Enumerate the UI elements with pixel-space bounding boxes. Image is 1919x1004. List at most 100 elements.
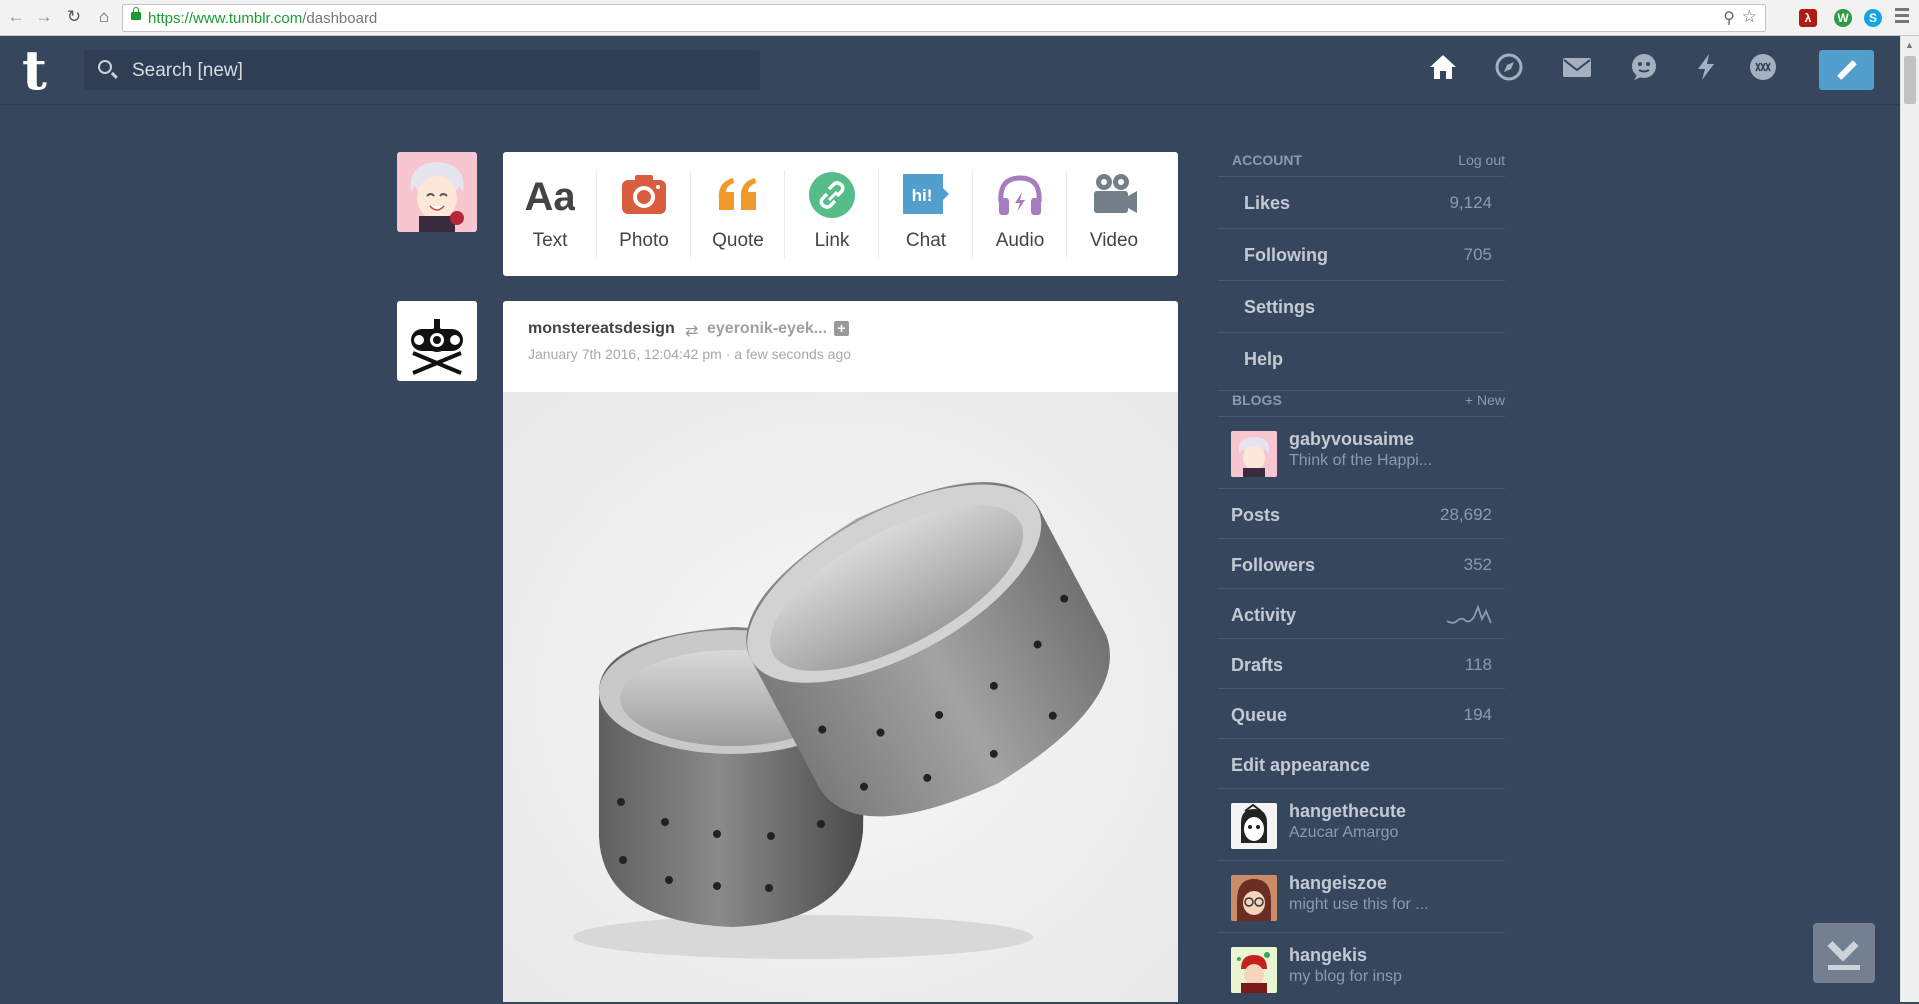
sidebar-item-count: 118 — [1464, 655, 1492, 674]
sidebar-item-followers[interactable]: Followers 352 — [1218, 538, 1505, 588]
reload-icon[interactable]: ↻ — [64, 7, 84, 27]
back-icon[interactable]: ← — [6, 7, 26, 27]
sidebar-blog-hangeiszoe[interactable]: hangeiszoe might use this for ... — [1218, 860, 1505, 932]
post-blog-avatar[interactable] — [397, 301, 477, 381]
blog-name: hangethecute — [1289, 801, 1407, 821]
link-icon — [807, 170, 857, 220]
dashboard-post: monstereatsdesign ⇄ eyeronik-eyek... + J… — [503, 301, 1178, 1002]
account-section-title: ACCOUNT — [1232, 152, 1302, 168]
post-type-chat-button[interactable]: hi! Chat — [879, 152, 973, 276]
blog-name: gabyvousaime — [1289, 429, 1415, 449]
sidebar-item-label: Help — [1244, 349, 1284, 369]
video-camera-icon — [1089, 170, 1139, 220]
sidebar-item-edit-appearance[interactable]: Edit appearance — [1218, 738, 1505, 788]
sidebar-blog-hangekis[interactable]: hangekis my blog for insp — [1218, 932, 1505, 1004]
sidebar-item-count: 28,692 — [1440, 505, 1492, 524]
sidebar-item-settings[interactable]: Settings — [1218, 280, 1505, 332]
post-timestamp: January 7th 2016, 12:04:42 pm · a few se… — [528, 346, 852, 362]
sidebar-item-label: Queue — [1231, 705, 1288, 725]
chat-icon: hi! — [901, 170, 951, 220]
account-icon[interactable] — [1746, 52, 1780, 86]
activity-sparkline-icon — [1446, 604, 1492, 624]
sidebar-item-label: Following — [1244, 245, 1328, 265]
explore-icon[interactable] — [1492, 52, 1526, 86]
home-icon[interactable] — [1426, 52, 1460, 86]
post-type-label: Audio — [995, 230, 1045, 251]
post-blog-name[interactable]: monstereatsdesign — [528, 320, 675, 338]
blog-name: hangeiszoe — [1289, 873, 1388, 893]
download-icon[interactable] — [1813, 923, 1875, 983]
camera-icon — [619, 170, 669, 220]
url-text: https://www.tumblr.com/dashboard — [148, 10, 378, 27]
skype-extension-icon[interactable]: S — [1864, 9, 1882, 27]
blog-description: might use this for ... — [1289, 896, 1429, 913]
zoom-icon[interactable]: ⚲ — [1723, 8, 1735, 28]
tumblr-logo[interactable]: t — [22, 43, 47, 97]
post-type-link-button[interactable]: Link — [785, 152, 879, 276]
post-type-label: Link — [814, 230, 850, 251]
blog-description: my blog for insp — [1289, 968, 1402, 985]
post-type-label: Quote — [712, 230, 764, 251]
scroll-up-arrow-icon[interactable]: ▲ — [1905, 40, 1914, 50]
bookmark-star-icon[interactable]: ☆ — [1742, 7, 1757, 27]
post-type-audio-button[interactable]: Audio — [973, 152, 1067, 276]
search-placeholder: Search [new] — [132, 60, 243, 81]
reblog-icon: ⇄ — [685, 323, 699, 340]
page-scrollbar[interactable]: ▲ — [1900, 36, 1919, 1002]
post-type-photo-button[interactable]: Photo — [597, 152, 691, 276]
sidebar-item-following[interactable]: Following 705 — [1218, 228, 1505, 280]
sidebar-item-help[interactable]: Help — [1218, 332, 1505, 384]
post-type-bar: Aa Text Photo Quote Link hi! Chat Audio … — [503, 152, 1178, 276]
blog-description: Azucar Amargo — [1289, 824, 1399, 841]
svg-text:hi!: hi! — [912, 186, 933, 205]
scrollbar-thumb[interactable] — [1904, 56, 1916, 104]
blog-avatar — [1231, 875, 1277, 921]
wordpress-extension-icon[interactable]: W — [1834, 9, 1852, 27]
headphones-icon — [995, 170, 1045, 220]
sidebar-item-count: 705 — [1463, 245, 1492, 264]
blog-description: Think of the Happi... — [1289, 452, 1433, 469]
user-avatar[interactable] — [397, 152, 477, 232]
sidebar-item-queue[interactable]: Queue 194 — [1218, 688, 1505, 738]
post-type-label: Text — [532, 230, 568, 251]
messaging-icon[interactable] — [1627, 52, 1661, 86]
activity-lightning-icon[interactable] — [1689, 52, 1723, 86]
blog-name: hangekis — [1289, 945, 1368, 965]
browser-toolbar: ← → ↻ ⌂ https://www.tumblr.com/dashboard… — [0, 0, 1919, 36]
sidebar-item-label: Drafts — [1231, 655, 1284, 675]
post-type-quote-button[interactable]: Quote — [691, 152, 785, 276]
sidebar-item-label: Posts — [1231, 505, 1281, 525]
logout-link[interactable]: Log out — [1458, 152, 1505, 168]
inbox-icon[interactable] — [1560, 52, 1594, 86]
post-type-text-button[interactable]: Aa Text — [503, 152, 597, 276]
search-input[interactable]: Search [new] — [84, 50, 760, 90]
post-type-label: Video — [1089, 230, 1139, 251]
address-bar[interactable]: https://www.tumblr.com/dashboard ⚲ ☆ — [122, 4, 1766, 32]
post-photo[interactable] — [503, 392, 1178, 1002]
sidebar-item-label: Edit appearance — [1231, 755, 1371, 775]
sidebar-item-activity[interactable]: Activity — [1218, 588, 1505, 638]
sidebar-blog-hangethecute[interactable]: hangethecute Azucar Amargo — [1218, 788, 1505, 860]
forward-icon[interactable]: → — [34, 7, 54, 27]
lock-icon — [131, 7, 141, 20]
sidebar-item-drafts[interactable]: Drafts 118 — [1218, 638, 1505, 688]
sidebar-item-label: Followers — [1231, 555, 1316, 575]
post-type-video-button[interactable]: Video — [1067, 152, 1161, 276]
sidebar-item-posts[interactable]: Posts 28,692 — [1218, 488, 1505, 538]
follow-plus-icon[interactable]: + — [834, 321, 849, 336]
sidebar-item-likes[interactable]: Likes 9,124 — [1218, 176, 1505, 228]
divider — [1218, 390, 1505, 391]
sidebar-item-label: Likes — [1244, 193, 1291, 213]
search-icon — [98, 60, 112, 74]
blog-avatar — [1231, 803, 1277, 849]
new-blog-link[interactable]: + New — [1465, 392, 1505, 408]
pdf-extension-icon[interactable]: λ — [1799, 9, 1817, 27]
browser-menu-icon[interactable] — [1895, 8, 1909, 26]
reblogged-from-name[interactable]: eyeronik-eyek... — [707, 320, 827, 338]
sidebar-item-label: Activity — [1231, 605, 1297, 625]
home-browser-icon[interactable]: ⌂ — [94, 7, 114, 27]
post-type-label: Chat — [905, 230, 947, 251]
sidebar-blog-primary[interactable]: gabyvousaime Think of the Happi... — [1218, 416, 1505, 488]
compose-post-button[interactable] — [1819, 50, 1874, 90]
blogs-section-title: BLOGS — [1232, 392, 1282, 408]
